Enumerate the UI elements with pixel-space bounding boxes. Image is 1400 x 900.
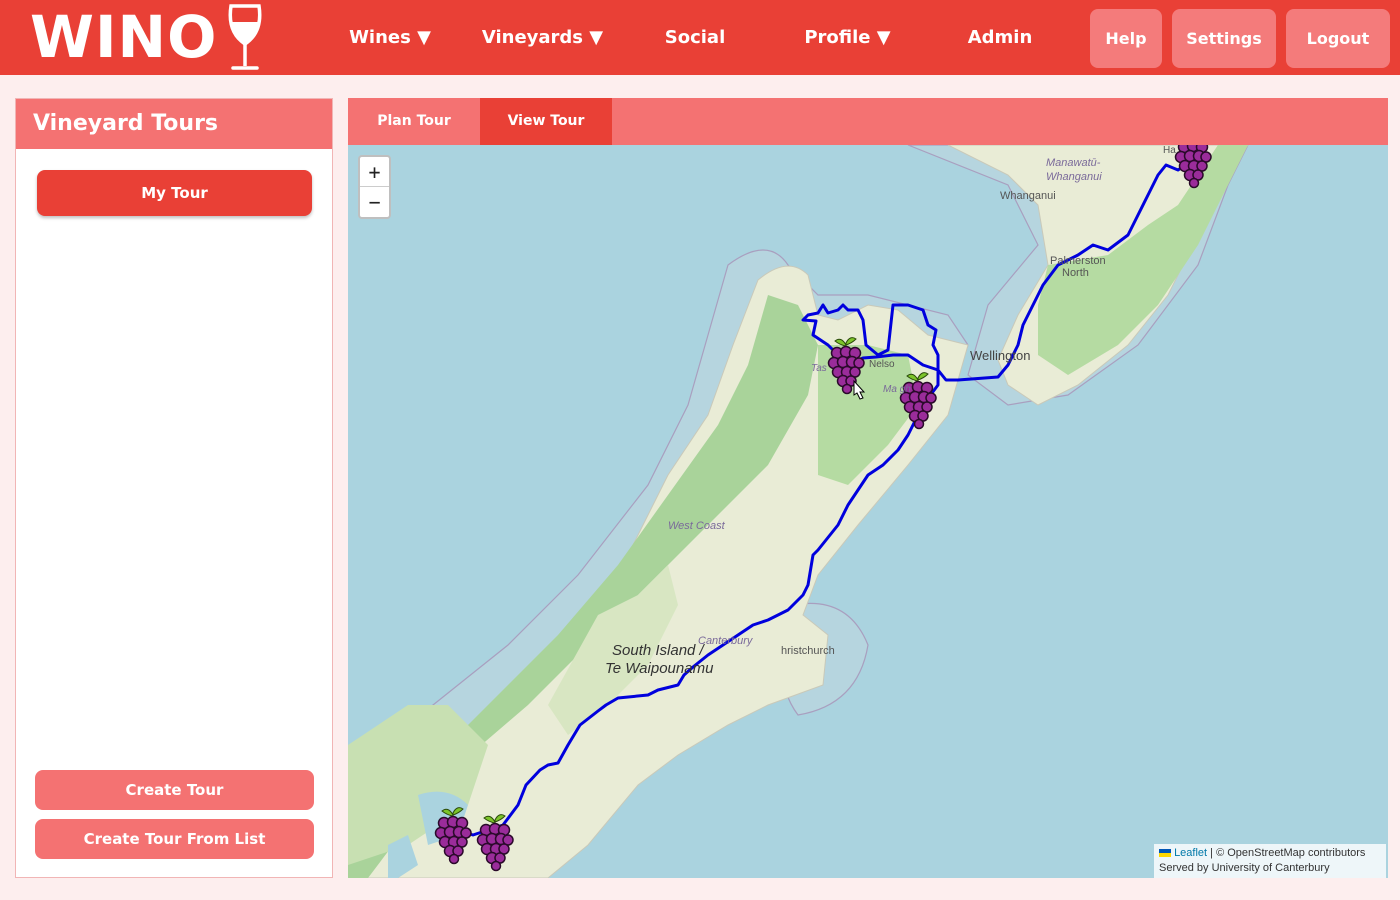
map-label-marlborough: Ma gh [883,384,911,395]
tour-map[interactable]: Manawatū- Whanganui Whanganui Palmerston… [348,145,1388,878]
map-label-hawkes: Ha [1163,145,1176,156]
create-tour-from-list-button[interactable]: Create Tour From List [35,819,314,859]
attribution-text: | © OpenStreetMap contributors [1210,847,1366,859]
top-navbar: WINO Wines ▼ Vineyards ▼ Social Profile … [0,0,1400,75]
nav-wines[interactable]: Wines ▼ [340,0,440,75]
map-label-whanganui: Whanganui [1000,190,1056,202]
tab-view-tour[interactable]: View Tour [480,98,612,145]
tab-plan-tour[interactable]: Plan Tour [348,98,480,145]
nav-profile[interactable]: Profile ▼ [795,0,900,75]
create-tour-button[interactable]: Create Tour [35,770,314,810]
zoom-out-button[interactable]: − [360,187,389,217]
map-label-palmerston: Palmerston [1050,255,1106,267]
sidebar-title: Vineyard Tours [16,99,332,149]
tours-sidebar: Vineyard Tours My Tour Create Tour Creat… [15,98,333,878]
help-button[interactable]: Help [1090,9,1162,68]
map-label-canterbury: Canterbury [698,635,753,647]
nav-vineyards[interactable]: Vineyards ▼ [480,0,605,75]
map-label-north: North [1062,267,1089,279]
zoom-control: + − [358,155,391,219]
settings-button[interactable]: Settings [1172,9,1276,68]
map-attribution: Leaflet | © OpenStreetMap contributors S… [1154,844,1386,878]
map-label-whanganui-region: Whanganui [1046,171,1102,183]
logout-button[interactable]: Logout [1286,9,1390,68]
map-label-south-island: South Island / [612,642,704,659]
map-label-wellington: Wellington [970,348,1031,363]
leaflet-link[interactable]: Leaflet [1174,847,1207,859]
map-label-nelson: Nelso [869,359,895,370]
zoom-in-button[interactable]: + [360,157,389,187]
map-label-west-coast: West Coast [668,520,725,532]
ukraine-flag-icon [1159,849,1171,858]
served-by-text: Served by University of Canterbury [1159,862,1330,874]
nav-admin[interactable]: Admin [960,0,1040,75]
nav-social[interactable]: Social [655,0,735,75]
map-label-tasman: Tas [811,363,827,374]
map-label-manawatu: Manawatū- [1046,157,1101,169]
map-label-christchurch: hristchurch [781,645,835,657]
tour-tabs: Plan Tour View Tour [348,98,1388,145]
map-tiles [348,145,1249,878]
wine-glass-icon [229,4,262,70]
logo[interactable]: WINO [30,2,265,72]
map-label-te-waipounamu: Te Waipounamu [605,660,714,677]
logo-text: WINO [30,3,218,71]
tour-item-my-tour[interactable]: My Tour [37,170,312,216]
